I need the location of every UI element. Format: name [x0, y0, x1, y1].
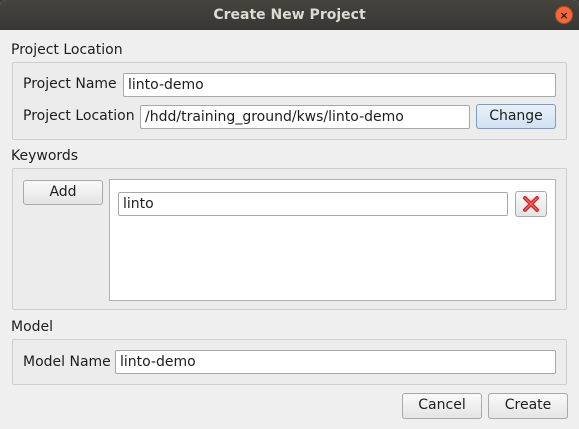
model-name-input[interactable]: linto-demo	[115, 350, 556, 374]
model-heading: Model	[11, 319, 54, 335]
keywords-group: Add linto	[12, 168, 567, 310]
create-project-dialog: Create New Project × Project Location Pr…	[0, 0, 579, 429]
remove-keyword-button[interactable]	[515, 191, 547, 217]
project-location-heading: Project Location	[11, 42, 123, 58]
keywords-heading: Keywords	[11, 148, 79, 164]
project-location-label: Project Location	[23, 108, 135, 124]
cancel-button[interactable]: Cancel	[402, 393, 482, 419]
project-name-input[interactable]: linto-demo	[123, 73, 556, 97]
create-button[interactable]: Create	[488, 393, 568, 419]
change-location-button[interactable]: Change	[476, 104, 556, 129]
project-location-input[interactable]: /hdd/training_ground/kws/linto-demo	[140, 105, 470, 129]
add-keyword-button[interactable]: Add	[23, 180, 103, 205]
project-location-group: Project Name linto-demo Project Location…	[12, 62, 567, 140]
project-name-label: Project Name	[23, 76, 117, 92]
red-x-icon	[523, 196, 539, 212]
model-name-label: Model Name	[23, 354, 111, 370]
close-icon[interactable]: ×	[555, 6, 573, 24]
keyword-input[interactable]: linto	[118, 192, 508, 216]
keyword-list: linto	[109, 179, 556, 301]
window-title: Create New Project	[213, 7, 366, 23]
title-bar[interactable]: Create New Project ×	[0, 0, 579, 30]
model-group: Model Name linto-demo	[12, 339, 567, 385]
